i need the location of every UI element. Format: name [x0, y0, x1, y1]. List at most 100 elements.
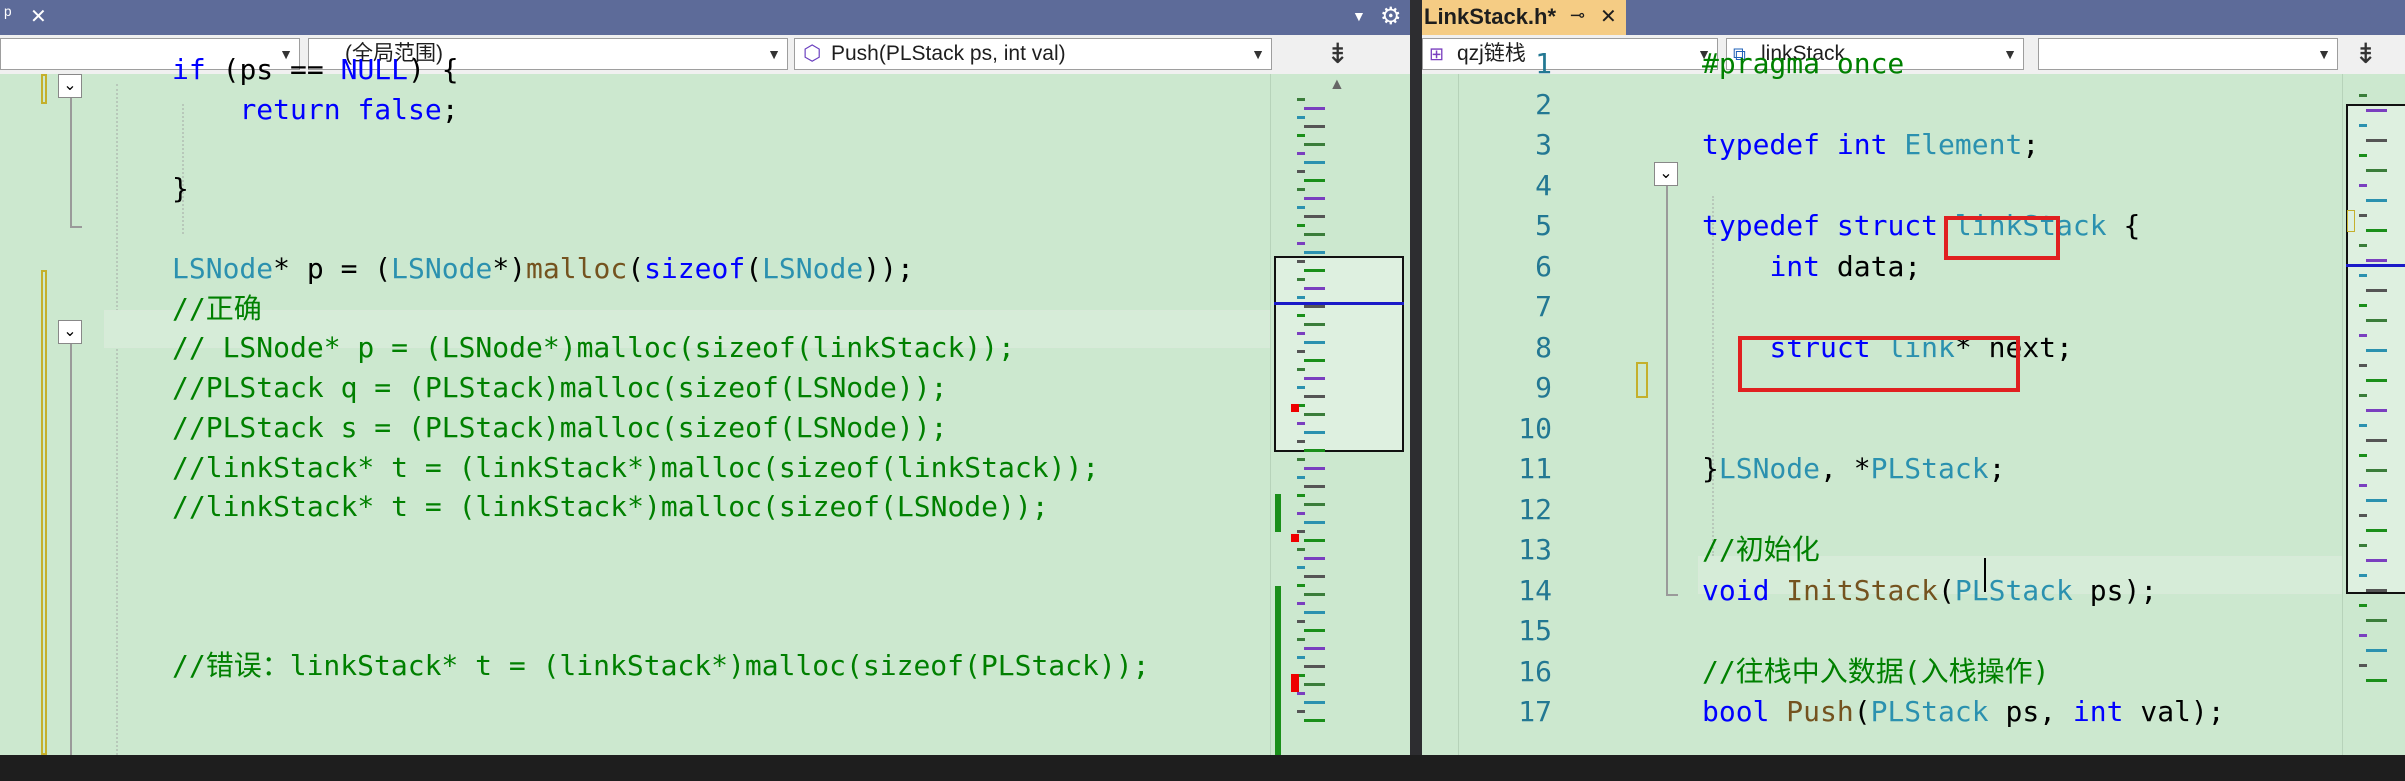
minimap-mark: [1297, 116, 1305, 119]
left-document-tab[interactable]: ᵖ ✕: [0, 0, 62, 35]
minimap-mark: [1304, 215, 1325, 218]
settings-icon[interactable]: ⚙: [1380, 2, 1402, 31]
minimap-mark: [1304, 467, 1325, 470]
minimap-mark: [1297, 188, 1305, 191]
line-number: 1: [1535, 47, 1552, 80]
minimap-mark: [1304, 161, 1325, 164]
right-code-editor[interactable]: 1 2 3 4 5 6 7 8 9 10 11 12 13 14 15 16 17 ⌄ #pragma once…: [1422, 47, 2342, 755]
pane-splitter[interactable]: [1410, 0, 1422, 755]
minimap-mark: [1304, 233, 1325, 236]
close-icon[interactable]: ✕: [1600, 4, 1617, 29]
code-line[interactable]: #pragma once: [1702, 44, 1904, 84]
code-line[interactable]: //往栈中入数据(入栈操作): [1702, 652, 2049, 692]
code-line[interactable]: if (ps == NULL) {: [172, 50, 459, 90]
minimap-mark: [2366, 529, 2387, 532]
minimap-mark: [1297, 422, 1305, 425]
minimap-mark: [1304, 413, 1325, 416]
code-line[interactable]: //linkStack* t = (linkStack*)malloc(size…: [172, 487, 1049, 527]
minimap-mark: [1304, 485, 1325, 488]
pin-icon[interactable]: ᵖ: [4, 4, 12, 27]
change-bar: [41, 270, 47, 755]
minimap-mark: [2366, 109, 2387, 112]
code-line[interactable]: //初始化: [1702, 530, 1820, 570]
code-line[interactable]: //PLStack q = (PLStack)malloc(sizeof(LSN…: [172, 368, 947, 408]
left-tab-bar: [0, 0, 1410, 35]
minimap-error-mark: [1291, 534, 1299, 542]
code-line[interactable]: //错误：linkStack* t = (linkStack*)malloc(s…: [172, 646, 1149, 686]
code-line[interactable]: // LSNode* p = (LSNode*)malloc(sizeof(li…: [172, 328, 1015, 368]
linkstack-h-tab[interactable]: LinkStack.h* ⊸ ✕: [1422, 0, 1626, 35]
minimap-mark: [1297, 512, 1305, 515]
line-number: 2: [1535, 88, 1552, 121]
minimap-mark: [1297, 296, 1305, 299]
minimap-mark: [2359, 304, 2367, 307]
minimap-mark: [1304, 503, 1325, 506]
line-number: 6: [1535, 250, 1552, 283]
minimap-mark: [2359, 184, 2367, 187]
split-icon[interactable]: ⇟: [2354, 37, 2377, 70]
minimap-mark: [1304, 377, 1325, 380]
minimap-mark: [2359, 94, 2367, 97]
line-number: 9: [1535, 371, 1552, 404]
pin-icon[interactable]: ⊸: [1570, 5, 1585, 26]
minimap-mark: [1304, 107, 1325, 110]
code-line[interactable]: int data;: [1702, 247, 1921, 287]
line-number: 3: [1535, 128, 1552, 161]
minimap-mark: [1304, 143, 1325, 146]
line-number: 7: [1535, 290, 1552, 323]
minimap-mark: [1297, 386, 1305, 389]
code-line[interactable]: bool Push(PLStack ps, int val);: [1702, 692, 2225, 732]
minimap-mark: [2359, 544, 2367, 547]
minimap-mark: [1297, 134, 1305, 137]
fold-guide: [1666, 186, 1668, 596]
minimap-mark: [1304, 665, 1325, 668]
split-icon[interactable]: ⇟: [1326, 37, 1349, 70]
collapse-icon[interactable]: ⌄: [58, 320, 82, 344]
minimap-mark: [2359, 244, 2367, 247]
scroll-up-icon[interactable]: ▲: [1329, 76, 1345, 94]
minimap-mark: [1304, 269, 1325, 272]
highlight-box-linkstack: [1944, 216, 2060, 260]
minimap-mark: [1304, 197, 1325, 200]
tab-title: LinkStack.h*: [1424, 4, 1557, 29]
close-icon[interactable]: ✕: [30, 4, 47, 29]
left-minimap[interactable]: ▲: [1270, 74, 1411, 755]
minimap-mark: [1304, 449, 1325, 452]
minimap-mark: [1297, 332, 1305, 335]
member-dropdown[interactable]: ⬡ Push(PLStack ps, int val) ▼: [794, 38, 1272, 70]
code-line[interactable]: typedef int Element;: [1702, 125, 2039, 165]
code-line[interactable]: return false;: [172, 90, 458, 130]
code-line[interactable]: }LSNode, *PLStack;: [1702, 449, 2005, 489]
code-line[interactable]: //PLStack s = (PLStack)malloc(sizeof(LSN…: [172, 408, 947, 448]
code-line[interactable]: typedef struct linkStack {: [1702, 206, 2140, 246]
left-code-editor[interactable]: ⌄ ⌄ if (ps == NULL) { return false;} LSNo…: [0, 53, 1270, 755]
collapse-icon[interactable]: ⌄: [1654, 162, 1678, 186]
minimap-mark: [2366, 139, 2387, 142]
minimap-mark: [2359, 574, 2367, 577]
minimap-mark: [2366, 349, 2387, 352]
minimap-mark: [2359, 514, 2367, 517]
minimap-mark: [2359, 124, 2367, 127]
code-line[interactable]: //正确: [172, 289, 262, 329]
minimap-mark: [2366, 289, 2387, 292]
minimap-mark: [1297, 206, 1305, 209]
collapse-icon[interactable]: ⌄: [58, 74, 82, 98]
member-dropdown[interactable]: ▼: [2038, 38, 2338, 70]
dropdown-arrow-icon[interactable]: ▼: [1352, 8, 1366, 24]
right-minimap[interactable]: [2342, 74, 2405, 755]
minimap-mark: [1297, 638, 1305, 641]
minimap-mark: [1304, 395, 1325, 398]
line-number: 8: [1535, 331, 1552, 364]
code-line[interactable]: void InitStack(PLStack ps);: [1702, 571, 2157, 611]
code-line[interactable]: LSNode* p = (LSNode*)malloc(sizeof(LSNod…: [172, 249, 914, 289]
minimap-mark: [2359, 634, 2367, 637]
highlight-box-next: [1738, 336, 2020, 392]
minimap-mark: [2366, 229, 2387, 232]
minimap-mark: [1297, 620, 1305, 623]
minimap-viewport[interactable]: [1274, 256, 1404, 452]
code-line[interactable]: }: [172, 169, 189, 209]
code-line[interactable]: //linkStack* t = (linkStack*)malloc(size…: [172, 448, 1099, 488]
minimap-mark: [2366, 439, 2387, 442]
minimap-change-bar: [2347, 210, 2355, 232]
line-number: 4: [1535, 169, 1552, 202]
